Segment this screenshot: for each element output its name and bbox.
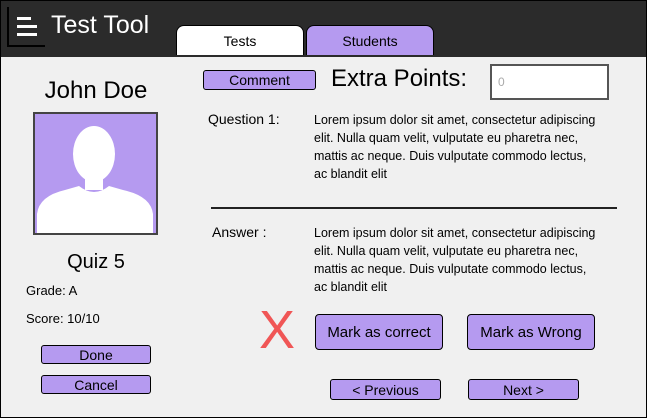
mark-correct-button[interactable]: Mark as correct — [315, 314, 443, 350]
mark-wrong-button[interactable]: Mark as Wrong — [467, 314, 595, 350]
app-window: Test Tool Tests Students John Doe Quiz 5… — [0, 0, 647, 418]
question-text: Lorem ipsum dolor sit amet, consectetur … — [314, 113, 596, 181]
answer-label: Answer : — [212, 224, 267, 240]
hamburger-menu-icon[interactable] — [7, 7, 45, 47]
app-title: Test Tool — [51, 11, 150, 39]
grade-text: Grade: A — [26, 283, 78, 298]
comment-button[interactable]: Comment — [203, 70, 316, 90]
answer-text: Lorem ipsum dolor sit amet, consectetur … — [314, 226, 596, 294]
question-label: Question 1: — [208, 111, 280, 127]
top-bar: Test Tool Tests Students — [1, 1, 646, 57]
student-name: John Doe — [44, 77, 148, 104]
next-button[interactable]: Next > — [468, 379, 579, 400]
extra-points-label: Extra Points: — [331, 65, 468, 92]
quiz-title: Quiz 5 — [67, 251, 125, 273]
wrong-mark-icon: X — [259, 300, 296, 360]
tab-students[interactable]: Students — [306, 25, 434, 55]
previous-button[interactable]: < Previous — [330, 379, 441, 400]
score-text: Score: 10/10 — [26, 311, 100, 326]
cancel-button[interactable]: Cancel — [41, 375, 151, 394]
done-button[interactable]: Done — [41, 345, 151, 364]
person-silhouette-icon — [37, 126, 153, 233]
tab-tests[interactable]: Tests — [176, 25, 304, 55]
extra-points-input[interactable] — [490, 64, 609, 100]
section-divider — [211, 207, 617, 209]
avatar — [33, 112, 158, 235]
